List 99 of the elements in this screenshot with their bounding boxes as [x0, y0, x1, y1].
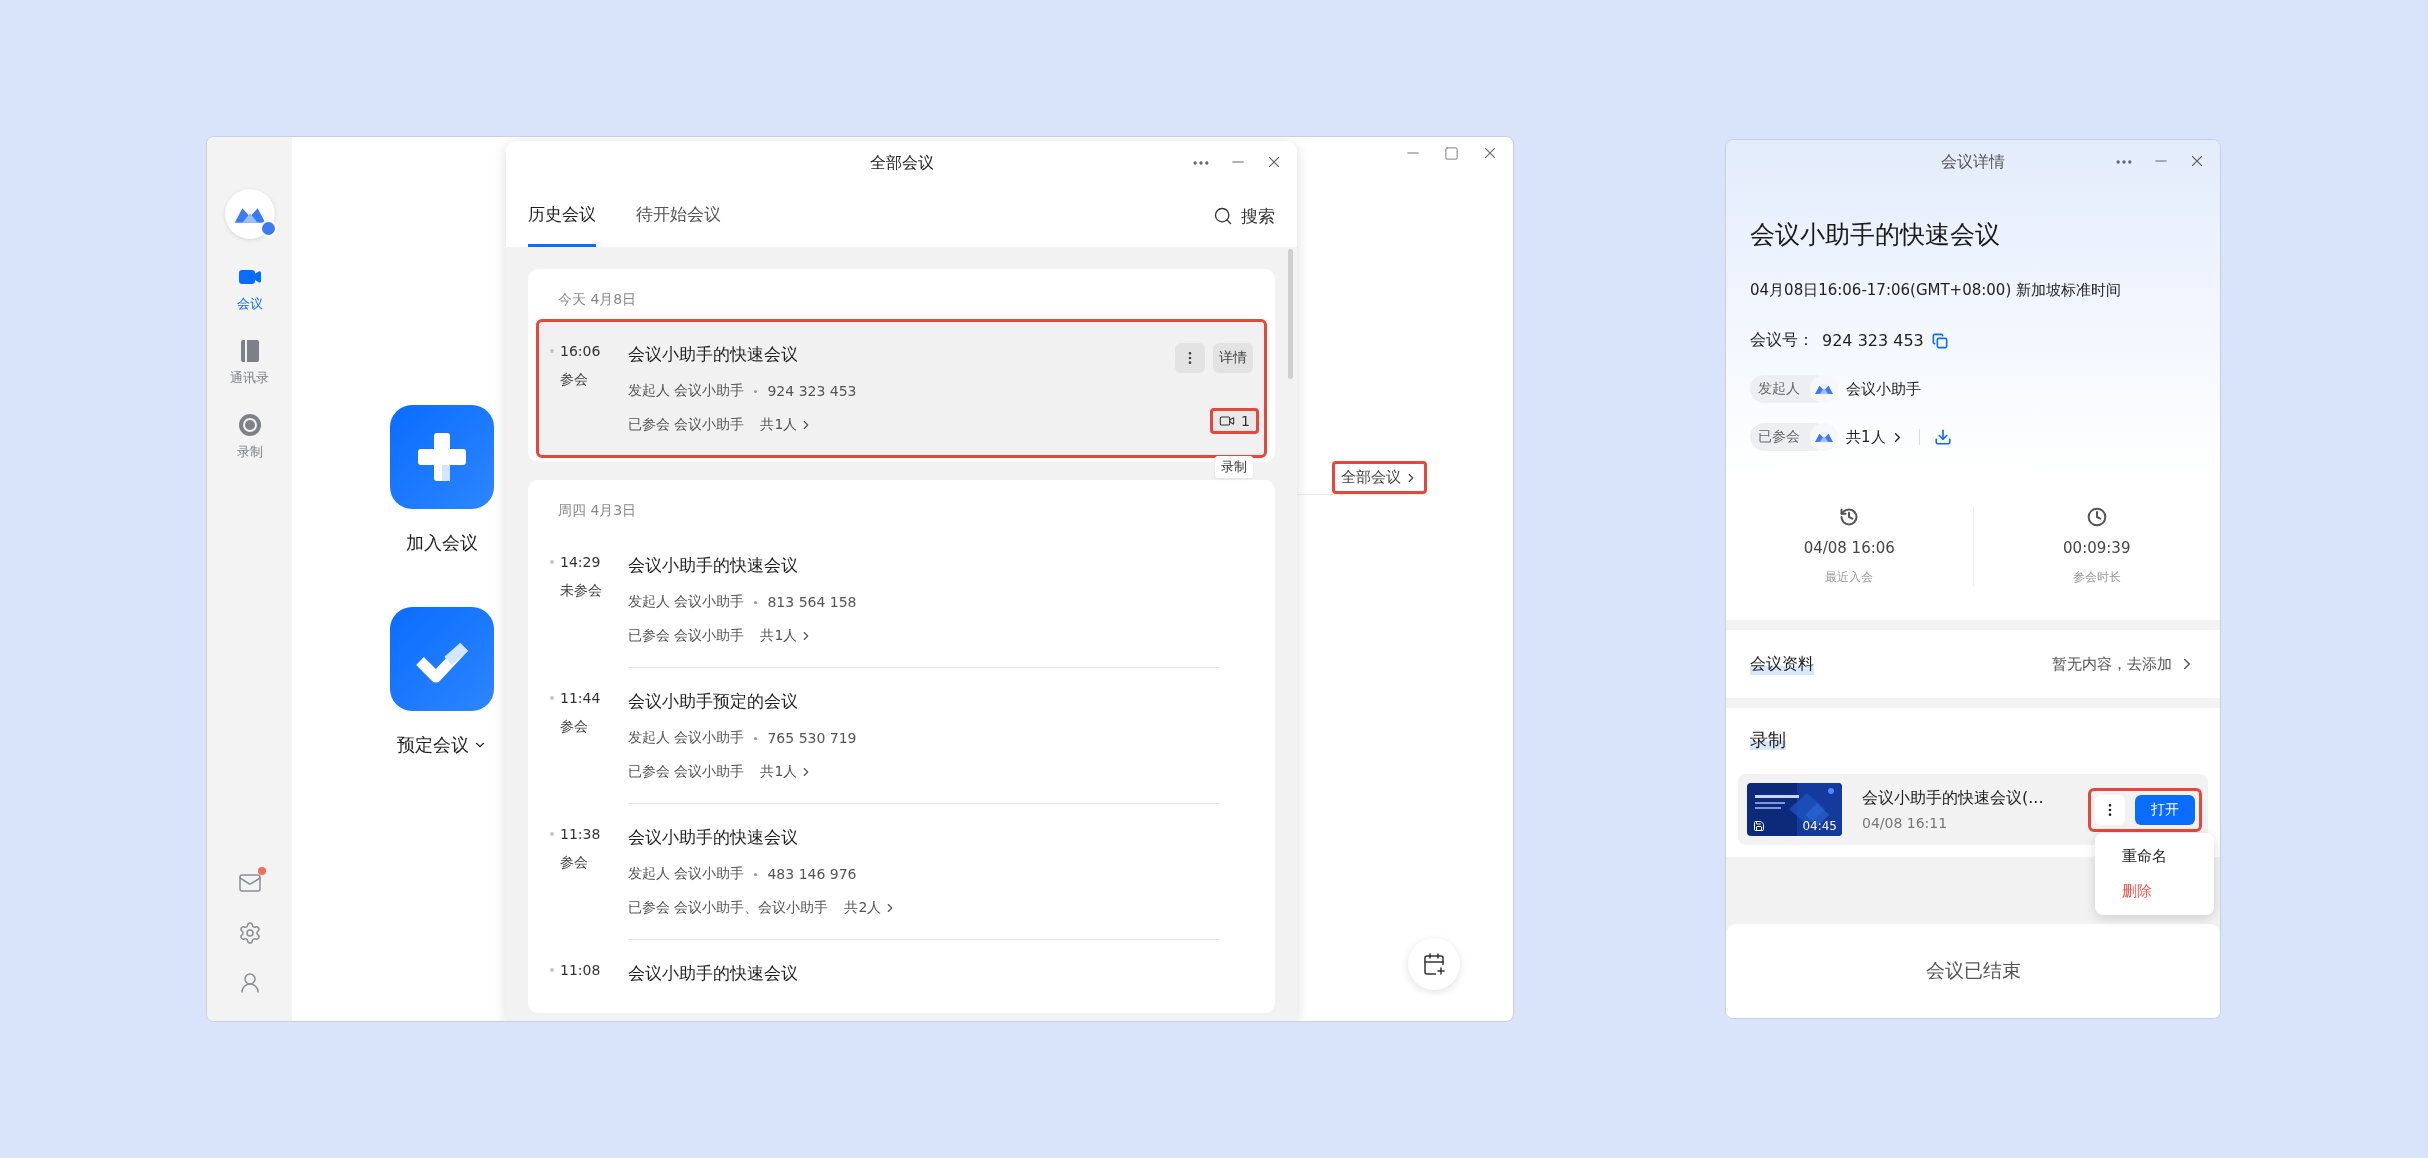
window-title: 全部会议 — [869, 152, 934, 174]
meeting-title: 会议小助手的快速会议 — [628, 554, 799, 577]
nav-item[interactable]: 录制 — [236, 413, 263, 461]
attendee-count-link[interactable]: 共1人 — [760, 416, 814, 434]
copy-icon[interactable] — [1931, 332, 1948, 349]
duration-label: 04:45 — [1802, 819, 1837, 833]
file-icon — [1753, 820, 1765, 832]
meeting-host: 发起人 会议小助手 — [628, 729, 745, 747]
open-button[interactable]: 打开 — [2135, 794, 2195, 825]
stat-value: 04/08 16:06 — [1803, 539, 1895, 557]
attendee-count-link[interactable]: 共2人 — [844, 899, 898, 917]
meeting-number-label: 会议号： — [1750, 330, 1814, 351]
separator-icon — [754, 872, 758, 876]
meeting-time: 04月08日16:06-17:06(GMT+08:00) 新加坡标准时间 — [1750, 281, 2123, 300]
action-tile[interactable] — [390, 607, 494, 711]
status-text: 会议已结束 — [1925, 958, 2021, 983]
materials-row[interactable]: 会议资料 暂无内容，去添加 — [1726, 630, 2220, 698]
separator-icon — [754, 600, 758, 604]
action-label: 加入会议 — [406, 531, 478, 555]
clock-icon — [2086, 507, 2107, 527]
meeting-title: 会议小助手预定的会议 — [628, 690, 799, 713]
meeting-status: 参会 — [559, 854, 589, 872]
meeting-time: 11:38 — [560, 826, 601, 842]
meeting-title: 会议小助手的快速会议 — [628, 962, 799, 985]
settings-icon[interactable] — [237, 921, 262, 945]
meeting-attendees: 已参会 会议小助手、会议小助手 — [628, 899, 829, 917]
meeting-time: 14:29 — [560, 554, 601, 570]
meeting-attendees: 已参会 会议小助手 — [628, 627, 745, 645]
add-calendar-button[interactable] — [1408, 938, 1460, 990]
host-name: 会议小助手 — [1846, 379, 1921, 399]
meeting-row[interactable]: 11:38 参会 会议小助手的快速会议 发起人 会议小助手 483 146 976 已参会 会议小助手、会议小助手 共2人 — [538, 804, 1265, 939]
meeting-number: 483 146 976 — [767, 866, 857, 882]
download-icon[interactable] — [1933, 428, 1952, 446]
book-icon — [238, 339, 261, 363]
meeting-number: 765 530 719 — [767, 730, 857, 746]
menu-item[interactable]: 重命名 — [2095, 847, 2214, 866]
badge-icon — [259, 220, 277, 237]
meeting-time: 11:44 — [560, 690, 601, 706]
window-title: 会议详情 — [1941, 151, 2005, 173]
stat-label: 最近入会 — [1825, 569, 1874, 586]
meeting-host: 发起人 会议小助手 — [628, 382, 745, 400]
action-label: 预定会议 — [397, 733, 469, 757]
meeting-title: 会议小助手的快速会议 — [1750, 219, 2001, 251]
bullet-icon — [550, 832, 554, 836]
meeting-row[interactable]: 11:08 会议小助手的快速会议 — [538, 940, 1265, 1007]
calendar-plus-icon — [1422, 952, 1446, 976]
section-title: 录制 — [1750, 729, 1786, 750]
record-icon — [237, 413, 262, 437]
history-icon — [1839, 507, 1860, 527]
details-button[interactable]: 详情 — [1213, 343, 1253, 373]
meeting-number: 924 323 453 — [1822, 331, 1924, 350]
meeting-row[interactable]: 14:29 未参会 会议小助手的快速会议 发起人 会议小助手 813 564 158 已参会 会议小助手 共1人 — [538, 532, 1265, 667]
recordings-badge[interactable]: 1 — [1210, 408, 1259, 434]
meeting-time: 16:06 — [560, 343, 601, 359]
menu-item[interactable]: 删除 — [2095, 882, 2214, 901]
add-materials-link: 暂无内容，去添加 — [2052, 654, 2196, 674]
nav-item[interactable]: 会议 — [236, 265, 263, 313]
meeting-host: 发起人 会议小助手 — [628, 593, 745, 611]
action-tile[interactable] — [390, 405, 494, 509]
meeting-number: 924 323 453 — [767, 383, 857, 399]
meeting-title: 会议小助手的快速会议 — [628, 826, 799, 849]
meeting-time: 11:08 — [560, 962, 601, 978]
stat-label: 参会时长 — [2072, 569, 2121, 586]
separator-icon — [754, 736, 758, 740]
group-date: 周四 4月3日 — [557, 502, 638, 520]
recording-title: 会议小助手的快速会议(... — [1862, 788, 2045, 809]
attendee-count-link[interactable]: 共1人 — [760, 627, 814, 645]
avatar[interactable] — [224, 189, 275, 239]
attendee-count-link[interactable]: 共1人 — [760, 763, 814, 781]
group-date: 今天 4月8日 — [557, 291, 638, 309]
separator-icon — [754, 389, 758, 393]
bullet-icon — [550, 560, 554, 564]
meeting-attendees: 已参会 会议小助手 — [628, 763, 745, 781]
tab[interactable]: 待开始会议 — [636, 185, 721, 247]
recording-date: 04/08 16:11 — [1862, 815, 1949, 831]
search-button[interactable]: 搜索 — [1213, 185, 1275, 247]
meeting-status: 参会 — [559, 718, 589, 736]
bullet-icon — [550, 349, 554, 353]
meeting-title: 会议小助手的快速会议 — [628, 343, 799, 366]
maximize-icon[interactable] — [1444, 145, 1459, 161]
meeting-status: 参会 — [559, 371, 589, 389]
scrollbar[interactable] — [1288, 249, 1293, 379]
all-meetings-link[interactable]: 全部会议 — [1332, 461, 1427, 494]
video-icon — [1219, 413, 1236, 429]
meeting-row[interactable]: 11:44 参会 会议小助手预定的会议 发起人 会议小助手 765 530 719 已参会 会议小助手 共1人 — [538, 668, 1265, 803]
nav-item[interactable]: 通讯录 — [230, 339, 269, 387]
bullet-icon — [550, 968, 554, 972]
meeting-host: 发起人 会议小助手 — [628, 865, 745, 883]
meeting-status: 未参会 — [559, 582, 603, 600]
logo-icon — [1814, 431, 1834, 443]
meeting-number: 813 564 158 — [767, 594, 857, 610]
meeting-attendees: 已参会 会议小助手 — [628, 416, 745, 434]
section-title: 会议资料 — [1750, 653, 1814, 675]
bullet-icon — [550, 696, 554, 700]
attendee-count-link[interactable]: 共1人 — [1846, 427, 1905, 447]
search-icon — [1213, 206, 1233, 226]
stat-value: 00:09:39 — [2063, 539, 2131, 557]
logo-icon — [1814, 383, 1834, 395]
tooltip: 录制 — [1215, 456, 1253, 478]
